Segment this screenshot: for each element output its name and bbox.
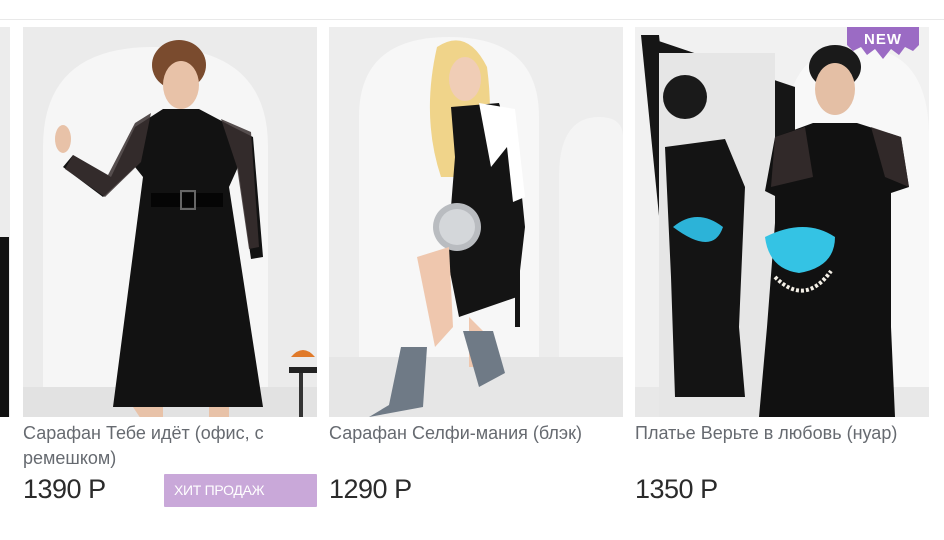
product-price: 1350 Р [635, 474, 718, 504]
new-badge: NEW [847, 27, 919, 59]
product-price: 1390 Р [23, 474, 106, 504]
previous-product-edge[interactable] [0, 27, 10, 417]
product-title[interactable]: Сарафан Тебе идёт (офис, с ремешком) [23, 421, 317, 471]
product-image[interactable] [329, 27, 623, 417]
bestseller-badge: ХИТ ПРОДАЖ ТОП-50 [164, 474, 317, 531]
product-card[interactable]: NEW Платье Верьте в любовь (нуар) 1350 Р [635, 27, 929, 504]
product-image[interactable]: NEW [635, 27, 929, 417]
product-title[interactable]: Сарафан Селфи-мания (блэк) [329, 421, 623, 446]
product-title[interactable]: Платье Верьте в любовь (нуар) [635, 421, 929, 446]
product-image[interactable] [23, 27, 317, 417]
product-card[interactable]: Сарафан Тебе идёт (офис, с ремешком) 139… [23, 27, 317, 531]
top-divider [0, 19, 944, 20]
product-price: 1290 Р [329, 474, 412, 504]
product-card[interactable]: Сарафан Селфи-мания (блэк) 1290 Р [329, 27, 623, 504]
